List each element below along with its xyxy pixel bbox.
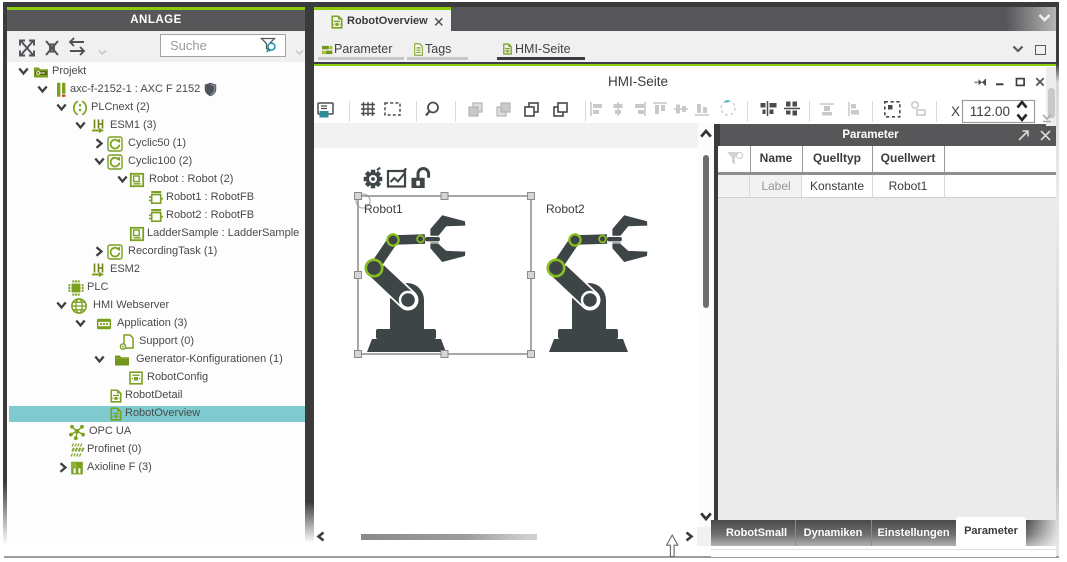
svg-text:Robot1: Robot1	[364, 202, 403, 216]
svg-text:Robot2: Robot2	[546, 202, 585, 216]
svg-text:X: X	[951, 104, 960, 119]
svg-text:112.00: 112.00	[970, 104, 1010, 119]
